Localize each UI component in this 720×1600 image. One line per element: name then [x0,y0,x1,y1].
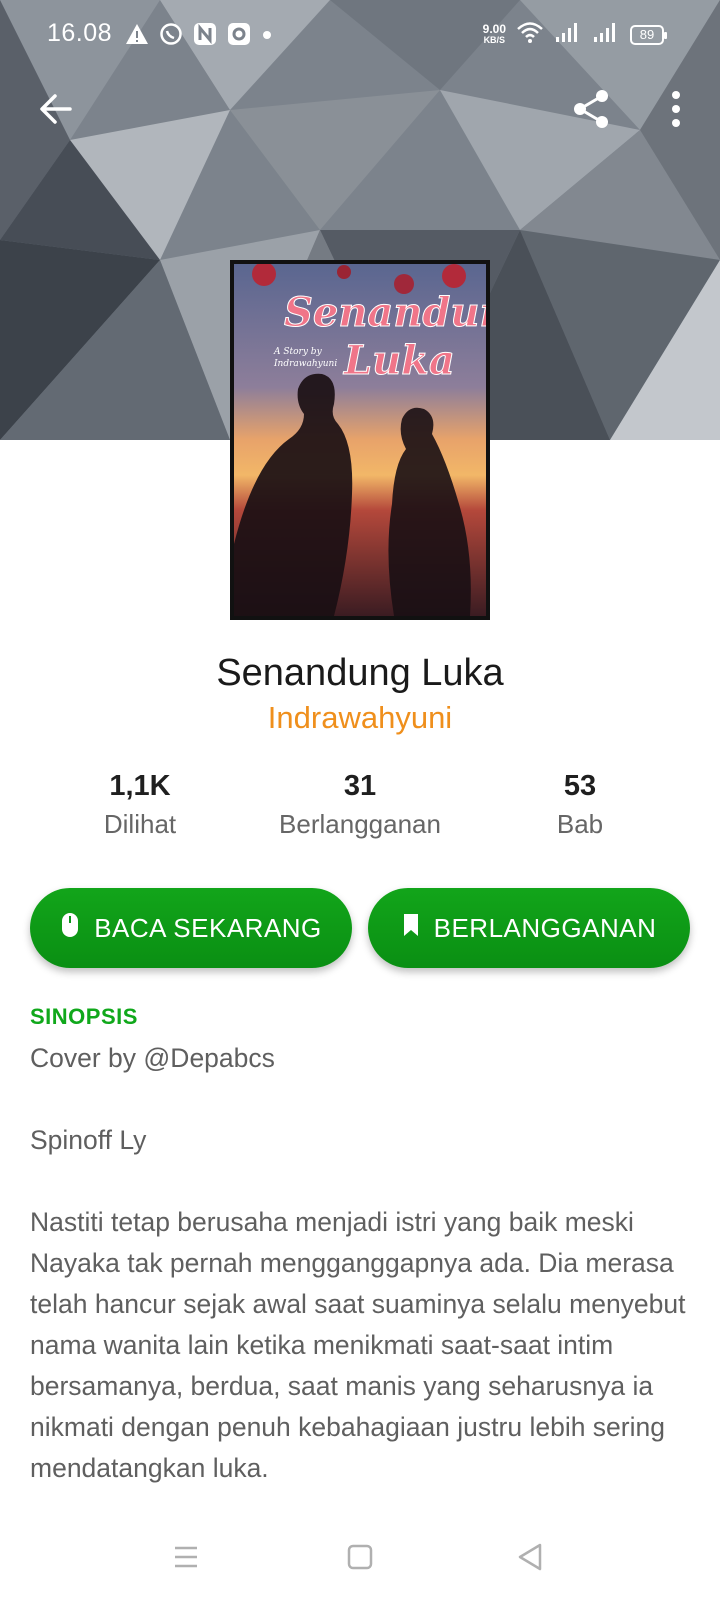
dot-icon [261,28,273,46]
network-speed-unit: KB/S [483,34,506,45]
stat-value: 31 [343,770,377,802]
stat-views: 1,1K Dilihat [20,770,260,840]
warning-icon [125,23,149,50]
arrow-left-icon [37,90,75,133]
menu-lines-icon [172,1544,200,1575]
synopsis-heading: SINOPSIS [30,1004,138,1029]
cover-byline-2: Indrawahyuni [273,359,337,369]
cover-title-line2: Luka [343,337,455,384]
notification-icons [125,22,273,51]
stat-label: Dilihat [103,809,177,839]
network-speed: 9.00 KB/S [482,21,506,46]
share-icon [571,88,613,135]
camera-app-icon [227,22,251,51]
system-navigation-bar [0,1515,720,1600]
stat-chapters: 53 Bab [460,770,700,840]
signal-icon [554,20,582,49]
share-button[interactable] [566,85,618,137]
synopsis-text: Cover by @Depabcs Spinoff Ly Nastiti tet… [30,1043,686,1483]
triangle-back-icon [516,1542,544,1577]
read-now-label: BACA SEKARANG [94,912,322,943]
more-vertical-icon [670,90,682,133]
recents-button[interactable] [164,1537,208,1581]
system-back-button[interactable] [508,1537,552,1581]
read-now-button[interactable]: BACA SEKARANG [30,888,352,968]
more-options-button[interactable] [650,85,702,137]
n-app-icon [193,22,217,51]
signal-icon [592,20,620,49]
battery-icon: 89 [630,24,667,45]
system-icons: 9.00 KB/S 89 [482,20,667,49]
home-button[interactable] [338,1537,382,1581]
status-time: 16.08 [47,19,113,47]
mouse-icon [60,911,80,946]
stat-value: 1,1K [109,770,171,802]
stat-subscribers: 31 Berlangganan [240,770,480,840]
book-author[interactable]: Indrawahyuni [0,700,720,736]
square-icon [346,1543,374,1576]
book-cover[interactable]: Senandung Luka A Story by Indrawahyuni [230,260,490,620]
subscribe-button[interactable]: BERLANGGANAN [368,888,690,968]
cover-title-line1: Senandung [284,289,486,336]
status-bar: 16.08 9.00 KB/S 89 [0,0,720,72]
stat-label: Berlangganan [279,809,441,839]
bookmark-icon [402,912,420,945]
whatsapp-icon [159,22,183,51]
stat-value: 53 [563,770,597,802]
cover-byline-1: A Story by [273,347,323,357]
book-title: Senandung Luka [216,652,504,694]
back-button[interactable] [30,85,82,137]
wifi-icon [516,20,544,49]
network-speed-value: 9.00 [482,21,506,36]
subscribe-label: BERLANGGANAN [433,912,657,943]
stat-label: Bab [556,809,604,839]
